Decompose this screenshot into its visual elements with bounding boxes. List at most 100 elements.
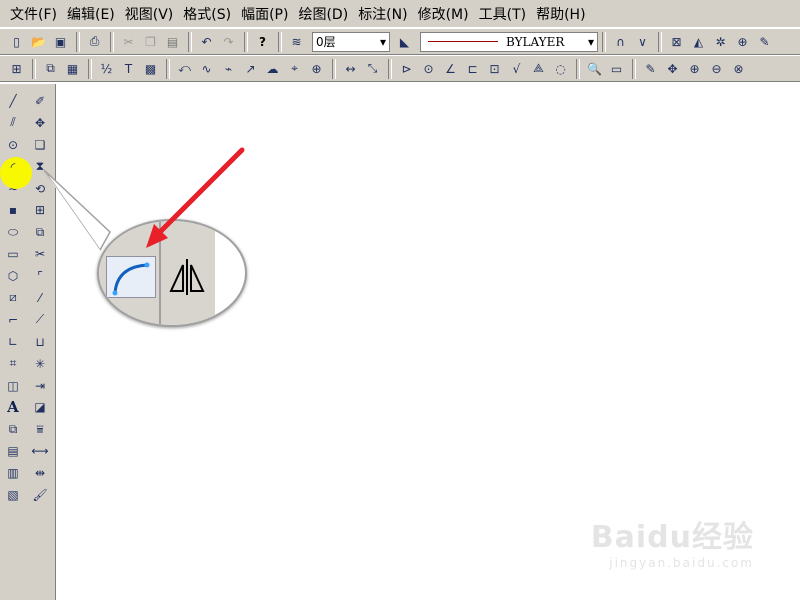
surface-icon[interactable]: √ <box>506 58 527 79</box>
extend-tool-icon[interactable]: ⟋ <box>28 309 52 331</box>
cloud-icon[interactable]: ☁ <box>262 58 283 79</box>
edit-icon[interactable]: ✎ <box>754 31 775 52</box>
radius-icon[interactable]: ⊙ <box>418 58 439 79</box>
multiline-text-icon[interactable]: T <box>118 58 139 79</box>
point-tool-icon[interactable]: ▪ <box>1 199 25 221</box>
datum-icon[interactable]: ⊡ <box>484 58 505 79</box>
text-tool-icon[interactable]: A <box>1 396 25 418</box>
parallel-line-icon[interactable]: ⫽ <box>1 112 25 134</box>
zoom-window-icon[interactable]: 🔍 <box>584 58 605 79</box>
menu-tools[interactable]: 工具(T) <box>479 4 526 24</box>
menu-format[interactable]: 格式(S) <box>183 4 231 24</box>
sketch-icon[interactable]: ▧ <box>1 484 25 506</box>
dimension-edit-icon[interactable]: ⟷ <box>28 440 52 462</box>
fillet-tool-icon[interactable]: ⌜ <box>28 265 52 287</box>
measure-icon[interactable]: ▭ <box>606 58 627 79</box>
table-icon[interactable]: ▦ <box>62 58 83 79</box>
linear-dimension-icon[interactable]: ↔ <box>340 58 361 79</box>
rotate-tool-icon[interactable]: ⟲ <box>28 178 52 200</box>
menu-dimension[interactable]: 标注(N) <box>358 4 407 24</box>
tolerance-icon[interactable]: ⊏ <box>462 58 483 79</box>
arc-tool-icon[interactable]: ◜ <box>1 156 25 178</box>
leader-icon[interactable]: ⌖ <box>284 58 305 79</box>
match-icon[interactable]: ◭ <box>688 31 709 52</box>
zoom-extents-icon[interactable]: ⊗ <box>728 58 749 79</box>
ellipse-tool-icon[interactable]: ⬭ <box>1 221 25 243</box>
region-icon[interactable]: ⌗ <box>1 353 25 375</box>
format-brush-icon[interactable]: 🖌 <box>28 484 52 506</box>
save-icon[interactable]: ▣ <box>50 31 71 52</box>
trim-tool-icon[interactable]: ✂ <box>28 243 52 265</box>
paste-icon[interactable]: ▤ <box>162 31 183 52</box>
properties-icon[interactable]: ⊠ <box>666 31 687 52</box>
hatch-icon[interactable]: ⧄ <box>1 287 25 309</box>
snap-icon[interactable]: ∩ <box>610 31 631 52</box>
pencil-icon[interactable]: ✎ <box>640 58 661 79</box>
help-icon[interactable]: ? <box>252 31 273 52</box>
print-icon[interactable]: ⎙ <box>84 31 105 52</box>
undo-icon[interactable]: ↶ <box>196 31 217 52</box>
center-mark-icon[interactable]: ⊕ <box>306 58 327 79</box>
menu-modify[interactable]: 修改(M) <box>418 4 469 24</box>
block-icon[interactable]: ⊞ <box>6 58 27 79</box>
wave-line-icon[interactable]: ∿ <box>196 58 217 79</box>
array-tool-icon[interactable]: ⊞ <box>28 199 52 221</box>
pan-icon[interactable]: ✥ <box>662 58 683 79</box>
polygon-tool-icon[interactable]: ⬡ <box>1 265 25 287</box>
break-line-icon[interactable]: ⌁ <box>218 58 239 79</box>
menu-page[interactable]: 幅面(P) <box>241 4 288 24</box>
break-tool-icon[interactable]: ⁄ <box>28 287 52 309</box>
menu-help[interactable]: 帮助(H) <box>536 4 585 24</box>
scale-tool-icon[interactable]: ⧉ <box>28 221 52 243</box>
fill-icon[interactable]: ◫ <box>1 375 25 397</box>
polyline-icon[interactable]: ⌐ <box>1 309 25 331</box>
design-center-icon[interactable]: ⊕ <box>732 31 753 52</box>
dimension-style-icon[interactable]: ⇹ <box>28 462 52 484</box>
copy-icon[interactable]: ❐ <box>140 31 161 52</box>
zoom-out-icon[interactable]: ⊖ <box>706 58 727 79</box>
insert-block-icon[interactable]: ⧉ <box>40 58 61 79</box>
menu-edit[interactable]: 编辑(E) <box>67 4 115 24</box>
symbol-insert-icon[interactable]: ▥ <box>1 462 25 484</box>
copy-tool-icon[interactable]: ❏ <box>28 134 52 156</box>
toolbar-separator <box>632 58 636 79</box>
layer-move-icon[interactable]: ⩸ <box>28 418 52 440</box>
move-tool-icon[interactable]: ✥ <box>28 112 52 134</box>
aligned-dimension-icon[interactable]: ⤡ <box>362 58 383 79</box>
block-define-icon[interactable]: ⧉ <box>1 418 25 440</box>
open-file-icon[interactable]: 📂 <box>28 31 49 52</box>
chamfer-line-icon[interactable]: ∟ <box>1 331 25 353</box>
symbol-library-icon[interactable]: ▤ <box>1 440 25 462</box>
query-icon[interactable]: ✲ <box>710 31 731 52</box>
color-icon[interactable]: ◣ <box>394 31 415 52</box>
zoom-in-icon[interactable]: ⊕ <box>684 58 705 79</box>
line-tool-icon[interactable]: ╱ <box>1 90 25 112</box>
hook-line-icon[interactable]: ⤺ <box>174 58 195 79</box>
arrow-icon[interactable]: ↗ <box>240 58 261 79</box>
explode-tool-icon[interactable]: ✳ <box>28 353 52 375</box>
align-tool-icon[interactable]: ⇥ <box>28 375 52 397</box>
offset-tool-icon[interactable]: ◪ <box>28 396 52 418</box>
fraction-icon[interactable]: ½ <box>96 58 117 79</box>
chevron-down-icon: ▾ <box>587 34 594 49</box>
image-icon[interactable]: ▩ <box>140 58 161 79</box>
weld-icon[interactable]: ⟁ <box>528 58 549 79</box>
new-file-icon[interactable]: ▯ <box>6 31 27 52</box>
stretch-tool-icon[interactable]: ⊔ <box>28 331 52 353</box>
layer-select[interactable]: 0层 ▾ <box>312 31 390 52</box>
rectangle-tool-icon[interactable]: ▭ <box>1 243 25 265</box>
cut-icon[interactable]: ✂ <box>118 31 139 52</box>
menu-file[interactable]: 文件(F) <box>10 4 57 24</box>
angle-icon[interactable]: ∠ <box>440 58 461 79</box>
layer-manager-icon[interactable]: ≋ <box>286 31 307 52</box>
zoom-callout <box>97 219 247 327</box>
linetype-select[interactable]: BYLAYER ▾ <box>420 31 598 52</box>
ortho-icon[interactable]: ∨ <box>632 31 653 52</box>
balloon-icon[interactable]: ◌ <box>550 58 571 79</box>
circle-tool-icon[interactable]: ⊙ <box>1 134 25 156</box>
redo-icon[interactable]: ↷ <box>218 31 239 52</box>
ordinate-icon[interactable]: ⊳ <box>396 58 417 79</box>
menu-draw[interactable]: 绘图(D) <box>298 4 348 24</box>
menu-view[interactable]: 视图(V) <box>125 4 174 24</box>
erase-tool-icon[interactable]: ✐ <box>28 90 52 112</box>
